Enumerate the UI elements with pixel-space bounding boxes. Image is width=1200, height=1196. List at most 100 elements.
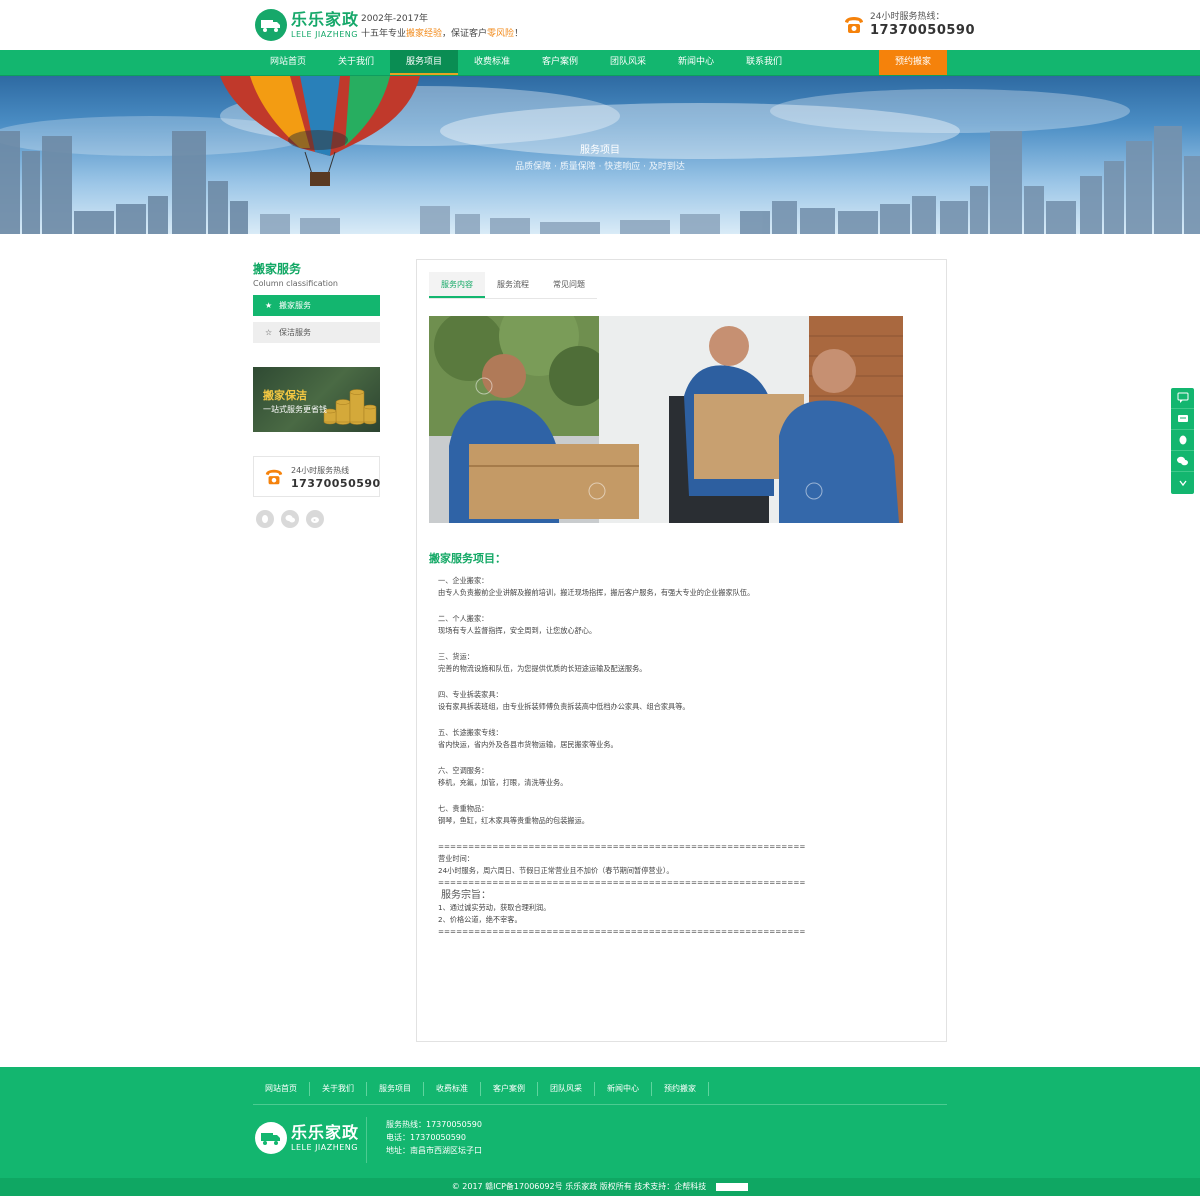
slogan-years: 2002年-2017年 <box>361 14 429 24</box>
qq-icon[interactable] <box>1171 430 1194 451</box>
page-banner: 服务项目 品质保障 · 质量保障 · 快速响应 · 及时到达 <box>0 76 1200 234</box>
service-heading: 七、贵重物品： <box>438 804 489 813</box>
service-desc: 移机，充氟，加管，打眼，清洗等业务。 <box>438 778 568 787</box>
truck-logo-icon <box>255 1122 287 1154</box>
tab-faq[interactable]: 常见问题 <box>541 272 597 298</box>
slogan-text: ！ <box>514 29 524 39</box>
header-slogan: 2002年-2017年 十五年专业搬家经验，保证客户零风险！ <box>361 12 523 42</box>
sidebar-item-moving[interactable]: ★ 搬家服务 <box>253 295 380 316</box>
footer-address: 地址：南昌市西湖区坛子口 <box>386 1146 482 1155</box>
sidebar: 搬家服务 Column classification ★ 搬家服务 ☆ 保洁服务 <box>253 258 380 343</box>
sidebar-title: 搬家服务 <box>253 262 302 276</box>
promo-subtitle: 一站式服务更省钱 <box>263 405 327 414</box>
sidebar-item-cleaning[interactable]: ☆ 保洁服务 <box>253 322 380 343</box>
footer-hotline: 服务热线：17370050590 <box>386 1120 482 1129</box>
separator: ========================================… <box>438 927 806 936</box>
footer-nav: 网站首页 关于我们 服务项目 收费标准 客户案例 团队风采 新闻中心 预约搬家 <box>253 1082 709 1096</box>
hours-text: 24小时服务，周六周日、节假日正常营业且不加价（春节期间暂停营业）。 <box>438 866 674 875</box>
content-tabs: 服务内容 服务流程 常见问题 <box>429 272 597 299</box>
service-desc: 现场有专人监督指挥，安全周到，让您放心舒心。 <box>438 626 597 635</box>
page: { "brand":{"name_cn":"乐乐家政","name_en":"L… <box>0 0 1200 1196</box>
service-desc: 设有家具拆装班组，由专业拆装师傅负责拆装高中低档办公家具、组合家具等。 <box>438 702 690 711</box>
separator: ========================================… <box>438 878 806 887</box>
hotline-number: 17370050590 <box>291 477 381 490</box>
movers-photo <box>429 316 903 523</box>
service-desc: 由专人负责搬前企业讲解及搬前培训，搬迁现场指挥，搬后客户服务，有强大专业的企业搬… <box>438 588 755 597</box>
book-move-button[interactable]: 预约搬家 <box>879 50 947 75</box>
footer-vertical-divider <box>366 1117 367 1163</box>
copyright-bar: © 2017 赣ICP备17006092号 乐乐家政 版权所有 技术支持：企帮科… <box>0 1178 1200 1196</box>
footer-nav-booking[interactable]: 预约搬家 <box>652 1082 709 1096</box>
footer-nav-about[interactable]: 关于我们 <box>310 1082 367 1096</box>
copyright-text: © 2017 赣ICP备17006092号 乐乐家政 版权所有 技术支持：企帮科… <box>451 1182 707 1191</box>
promo-title: 搬家保洁 <box>263 389 307 402</box>
footer-nav-services[interactable]: 服务项目 <box>367 1082 424 1096</box>
nav-item-home[interactable]: 网站首页 <box>254 50 322 75</box>
sidebar-subtitle: Column classification <box>253 279 338 288</box>
service-heading: 四、专业拆装家具： <box>438 690 503 699</box>
logo[interactable]: 乐乐家政 LELE JIAZHENG <box>255 9 359 41</box>
service-heading: 三、货运： <box>438 652 474 661</box>
sidebar-item-label: 保洁服务 <box>279 328 311 337</box>
slogan-text: 十五年专业 <box>361 29 407 39</box>
tab-service-process[interactable]: 服务流程 <box>485 272 541 298</box>
nav-item-contact[interactable]: 联系我们 <box>730 50 798 75</box>
site-footer: 网站首页 关于我们 服务项目 收费标准 客户案例 团队风采 新闻中心 预约搬家 … <box>0 1067 1200 1196</box>
nav-item-about[interactable]: 关于我们 <box>322 50 390 75</box>
slogan-highlight: 零风险 <box>487 29 515 39</box>
site-header: 乐乐家政 LELE JIAZHENG 2002年-2017年 十五年专业搬家经验… <box>0 0 1200 50</box>
banner-subtitle: 品质保障 · 质量保障 · 快速响应 · 及时到达 <box>515 162 685 172</box>
section-title: 搬家服务项目： <box>429 552 506 565</box>
brand-name: 乐乐家政 <box>291 9 360 29</box>
slogan-highlight: 搬家经验 <box>406 29 443 39</box>
footer-divider <box>253 1104 947 1105</box>
footer-nav-news[interactable]: 新闻中心 <box>595 1082 652 1096</box>
wechat-icon[interactable] <box>281 510 299 528</box>
footer-logo[interactable]: 乐乐家政 LELE JIAZHENG <box>255 1122 359 1154</box>
chat-icon[interactable] <box>1171 388 1194 409</box>
service-heading: 二、个人搬家： <box>438 614 489 623</box>
service-list: 一、企业搬家： 由专人负责搬前企业讲解及搬前培训，搬迁现场指挥，搬后客户服务，有… <box>438 575 928 938</box>
hotline-label: 24小时服务热线 <box>291 466 350 475</box>
tenet-item: 1、通过诚实劳动，获取合理利润。 <box>438 903 551 912</box>
main-nav: 网站首页 关于我们 服务项目 收费标准 客户案例 团队风采 新闻中心 联系我们 … <box>0 50 1200 76</box>
brand-name-en: LELE JIAZHENG <box>291 29 358 39</box>
nav-item-cases[interactable]: 客户案例 <box>526 50 594 75</box>
hours-label: 营业时间： <box>438 854 474 863</box>
message-icon[interactable] <box>1171 409 1194 430</box>
qq-icon[interactable] <box>256 510 274 528</box>
footer-nav-cases[interactable]: 客户案例 <box>481 1082 538 1096</box>
footer-nav-home[interactable]: 网站首页 <box>253 1082 310 1096</box>
nav-item-team[interactable]: 团队风采 <box>594 50 662 75</box>
tenet-title: 服务宗旨： <box>441 890 491 901</box>
wechat-icon[interactable] <box>1171 451 1194 472</box>
footer-nav-pricing[interactable]: 收费标准 <box>424 1082 481 1096</box>
nav-item-services[interactable]: 服务项目 <box>390 50 458 75</box>
weibo-icon[interactable] <box>306 510 324 528</box>
header-hotline: 24小时服务热线： 17370050590 <box>843 11 975 39</box>
nav-item-news[interactable]: 新闻中心 <box>662 50 730 75</box>
service-desc: 完善的物流设施和队伍，为您提供优质的长短途运输及配送服务。 <box>438 664 647 673</box>
phone-icon <box>265 469 283 485</box>
floating-toolbar <box>1171 388 1194 494</box>
brand-name: 乐乐家政 <box>291 1122 360 1142</box>
stats-badge-icon[interactable] <box>716 1182 749 1191</box>
footer-phone: 电话：17370050590 <box>386 1133 466 1142</box>
service-heading: 六、空调服务： <box>438 766 489 775</box>
brand-name-en: LELE JIAZHENG <box>291 1142 358 1152</box>
footer-nav-team[interactable]: 团队风采 <box>538 1082 595 1096</box>
social-links <box>256 510 331 528</box>
banner-title: 服务项目 <box>580 145 620 156</box>
star-outline-icon: ☆ <box>265 328 273 337</box>
service-heading: 一、企业搬家： <box>438 576 489 585</box>
promo-banner[interactable]: 搬家保洁 一站式服务更省钱 <box>253 367 380 432</box>
tab-service-content[interactable]: 服务内容 <box>429 272 485 298</box>
star-icon: ★ <box>265 301 273 310</box>
chevron-down-icon[interactable] <box>1171 472 1194 493</box>
sidebar-hotline: 24小时服务热线 17370050590 <box>253 456 380 497</box>
hotline-label: 24小时服务热线： <box>870 12 945 22</box>
service-heading: 五、长途搬家专线： <box>438 728 503 737</box>
tenet-item: 2、价格公道，绝不宰客。 <box>438 915 522 924</box>
truck-logo-icon <box>255 9 287 41</box>
nav-item-pricing[interactable]: 收费标准 <box>458 50 526 75</box>
